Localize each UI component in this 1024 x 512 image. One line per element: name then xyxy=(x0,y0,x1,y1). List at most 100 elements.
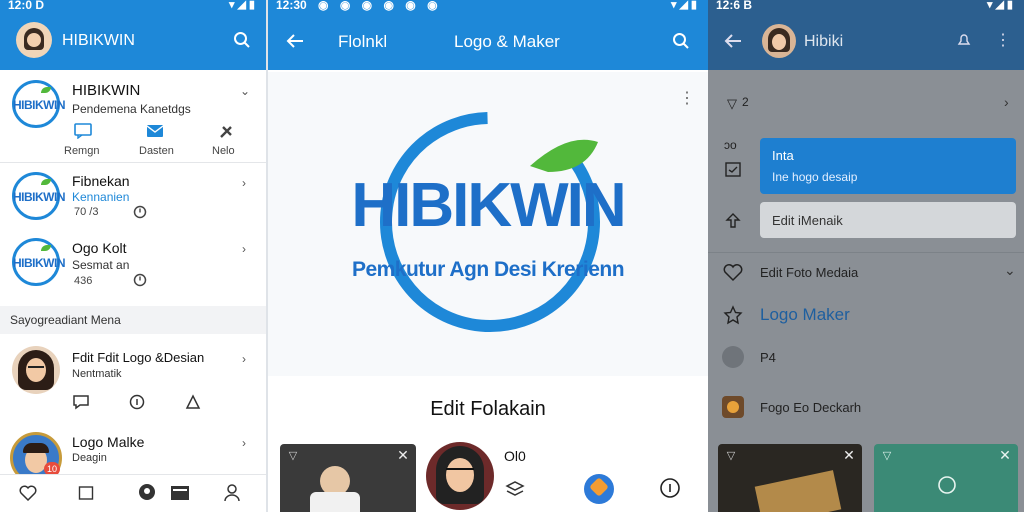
filter-icon[interactable]: ▽ xyxy=(722,94,742,114)
logo-preview: ⋮ HIBIKWIN Pemkutur Agn Desi Krerienn xyxy=(268,72,708,376)
logo-tagline: Pemkutur Agn Desi Krerienn xyxy=(351,258,625,281)
close-icon[interactable]: ✕ xyxy=(396,447,410,463)
brand-logo: HIBIKWIN xyxy=(12,80,66,128)
more-vertical-icon[interactable]: ⋮ xyxy=(995,30,1011,50)
calendar-icon[interactable] xyxy=(76,483,96,503)
status-icons: ▾◢▮ xyxy=(986,0,1016,11)
item-title: Fdit Fdit Logo &Desian xyxy=(72,350,205,365)
card-label: Ol0 xyxy=(504,448,526,464)
item-meta: 70 /3 xyxy=(74,206,99,218)
search-icon[interactable] xyxy=(232,30,252,50)
highlight-sub: Ine hogo desaip xyxy=(772,170,858,184)
avatar xyxy=(12,346,60,394)
avatar[interactable] xyxy=(762,24,796,58)
filter-icon[interactable]: ▽ xyxy=(724,448,738,462)
heart-icon[interactable] xyxy=(18,483,38,503)
tools-icon[interactable] xyxy=(218,122,236,140)
avatar[interactable] xyxy=(426,442,494,510)
menu-item-label: Logo Maker xyxy=(760,305,850,324)
info-icon[interactable] xyxy=(658,476,682,500)
chevron-right-icon[interactable]: › xyxy=(242,176,246,190)
search-icon[interactable] xyxy=(670,30,692,52)
item-sub: Deagin xyxy=(72,452,107,464)
filter-icon[interactable]: ▽ xyxy=(880,448,894,462)
avatar[interactable] xyxy=(16,22,52,58)
status-time: 12:30 xyxy=(276,0,307,12)
logo-word: HIBIKWIN xyxy=(351,171,626,240)
chevron-right-icon[interactable]: › xyxy=(242,436,246,450)
highlight-title: Inta xyxy=(772,148,794,163)
close-icon[interactable]: ✕ xyxy=(842,447,856,463)
location-icon[interactable] xyxy=(136,481,158,503)
app-icon[interactable] xyxy=(584,474,614,504)
upload-icon[interactable] xyxy=(722,210,744,232)
gallery-icon[interactable] xyxy=(170,483,190,503)
menu-item-label: Edit Foto Medaia xyxy=(760,265,859,280)
info-icon[interactable] xyxy=(128,393,146,411)
divider xyxy=(708,252,1024,253)
photo-card[interactable]: ▽ ✕ xyxy=(718,444,862,512)
comment-icon[interactable] xyxy=(72,393,90,411)
profile-icon[interactable] xyxy=(222,483,242,503)
share-icon[interactable] xyxy=(184,393,202,411)
clock-icon[interactable] xyxy=(132,272,148,288)
edit-field-value: Edit iMenaik xyxy=(772,213,843,228)
chevron-right-icon[interactable]: › xyxy=(242,352,246,366)
filter-icon[interactable]: ▽ xyxy=(286,448,300,462)
template-card[interactable]: ▽ ✕ xyxy=(874,444,1018,512)
profile-action-0[interactable]: Remgn xyxy=(64,145,99,157)
app-title: Hibiki xyxy=(804,33,844,50)
status-bar: 12:0 D ▾◢▮ xyxy=(0,0,266,12)
status-time: 12:0 D xyxy=(8,0,45,12)
info-icon[interactable] xyxy=(936,474,958,496)
highlight-card[interactable]: Inta Ine hogo desaip xyxy=(760,138,1016,194)
item-title: Fibnekan xyxy=(72,173,130,189)
center-phone-screen: 12:30 ◉ ◉ ◉ ◉ ◉ ◉ ▾◢▮ Flolnkl Logo & Mak… xyxy=(268,0,708,512)
item-title: Ogo Kolt xyxy=(72,240,127,256)
chevron-down-icon[interactable]: ⌄ xyxy=(240,84,250,98)
star-icon xyxy=(722,304,744,326)
inbox-icon[interactable] xyxy=(146,122,164,140)
right-phone-screen: 12:6 B ▾◢▮ Hibiki ⋮ ▽ 2 › ɔo Inta Ine ho… xyxy=(708,0,1024,512)
app-title: HIBIKWIN xyxy=(62,32,135,49)
chevron-down-icon[interactable]: ⌄ xyxy=(1004,262,1016,279)
status-icons: ▾◢▮ xyxy=(228,0,258,11)
item-title: Logo Malke xyxy=(72,434,145,450)
heart-icon xyxy=(722,262,744,284)
chevron-right-icon[interactable]: › xyxy=(242,242,246,256)
profile-subtitle: Pendemena Kanetdgs xyxy=(72,102,191,116)
calendar-icon[interactable] xyxy=(722,158,744,180)
profile-action-1[interactable]: Dasten xyxy=(139,145,174,157)
section-header-label: Sayogreadiant Mena xyxy=(10,313,121,327)
bell-icon[interactable] xyxy=(954,30,974,50)
edit-title: Edit Folakain xyxy=(430,398,546,420)
left-app-bar: 12:0 D ▾◢▮ HIBIKWIN xyxy=(0,0,266,70)
menu-item-label: P4 xyxy=(760,350,776,365)
toggle-icon xyxy=(722,346,744,368)
item-sub: Nentmatik xyxy=(72,368,122,380)
item-sub: Kennanien xyxy=(72,190,130,204)
meta-label: ɔo xyxy=(724,138,737,152)
app-title: Flolnkl xyxy=(338,32,388,51)
clock-icon[interactable] xyxy=(132,204,148,220)
chevron-right-icon[interactable]: › xyxy=(1004,94,1009,110)
profile-action-2[interactable]: Nelo xyxy=(212,145,235,157)
section-header: Sayogreadiant Mena xyxy=(0,306,266,334)
status-icons: ▾◢▮ xyxy=(670,0,700,11)
menu-item-label: Fogo Eo Deckarh xyxy=(760,400,862,415)
status-bar: 12:30 ◉ ◉ ◉ ◉ ◉ ◉ ▾◢▮ xyxy=(268,0,708,12)
app-subtitle: Logo & Maker xyxy=(454,32,560,51)
status-bar: 12:6 B ▾◢▮ xyxy=(708,0,1024,12)
item-meta: 436 xyxy=(74,275,93,287)
back-arrow-icon[interactable] xyxy=(284,30,306,52)
center-app-bar: 12:30 ◉ ◉ ◉ ◉ ◉ ◉ ▾◢▮ Flolnkl Logo & Mak… xyxy=(268,0,708,70)
back-arrow-icon[interactable] xyxy=(722,30,744,52)
status-time: 12:6 B xyxy=(716,0,753,12)
edit-field[interactable]: Edit iMenaik xyxy=(760,202,1016,238)
photo-card[interactable]: ▽ ✕ xyxy=(280,444,416,512)
layers-icon[interactable] xyxy=(504,478,526,500)
close-icon[interactable]: ✕ xyxy=(998,447,1012,463)
right-app-bar: 12:6 B ▾◢▮ Hibiki ⋮ xyxy=(708,0,1024,70)
left-phone-screen: 12:0 D ▾◢▮ HIBIKWIN HIBIKWIN HIBIKWIN Pe… xyxy=(0,0,266,512)
message-icon[interactable] xyxy=(74,122,92,140)
